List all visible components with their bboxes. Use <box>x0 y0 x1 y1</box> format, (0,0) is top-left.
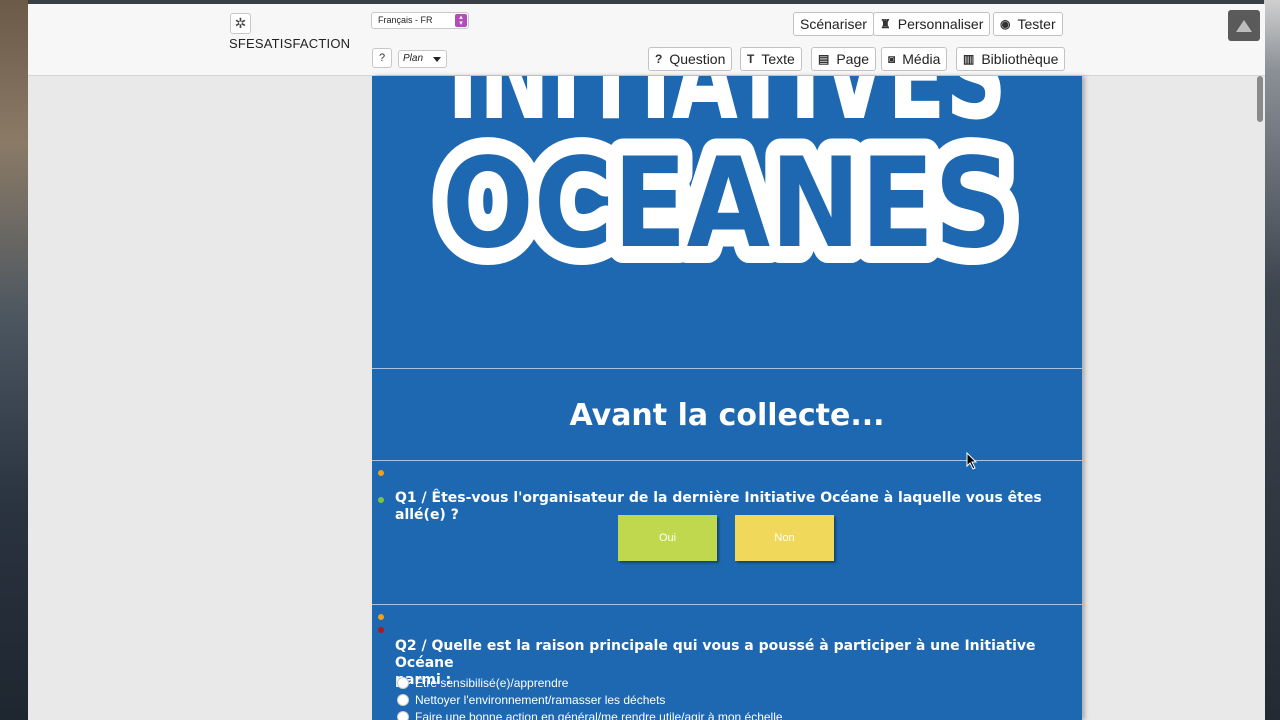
select-arrows-icon: ▴ ▾ <box>455 14 467 27</box>
plan-label: Plan <box>403 53 424 64</box>
customize-button[interactable]: ♜ Personnaliser <box>873 12 991 36</box>
question-2-block[interactable]: Q2 / Quelle est la raison principale qui… <box>372 606 1082 720</box>
scenario-button[interactable]: Scénariser <box>793 12 874 36</box>
brand-name: SFESATISFACTION <box>229 36 351 51</box>
customize-label: Personnaliser <box>897 16 984 32</box>
help-button[interactable]: ? <box>372 48 392 68</box>
section-heading: Avant la collecte... <box>372 370 1082 461</box>
text-icon: T <box>747 52 755 66</box>
media-label: Média <box>902 51 941 67</box>
status-dot-green <box>378 497 384 503</box>
answer-no-button[interactable]: Non <box>735 515 834 561</box>
option-good-action[interactable]: Faire une bonne action en général/me ren… <box>397 710 783 720</box>
desktop-background-right <box>1264 0 1280 720</box>
status-dot-orange <box>378 470 384 476</box>
initiatives-oceanes-logo: INITIATIVES OCEANES <box>425 76 1029 293</box>
test-label: Tester <box>1017 16 1056 32</box>
survey-canvas: INITIATIVES OCEANES Avant la collecte...… <box>372 76 1082 720</box>
radio-button[interactable] <box>397 711 409 720</box>
status-dot-orange <box>378 614 384 620</box>
add-page-button[interactable]: ▤ Page <box>811 47 877 71</box>
option-label: Nettoyer l'environnement/ramasser les dé… <box>415 693 666 707</box>
radio-button[interactable] <box>397 694 409 706</box>
settings-gear-icon[interactable]: ✲ <box>230 13 251 34</box>
plan-dropdown[interactable]: Plan <box>398 50 447 68</box>
question-2-title-line-1: Q2 / Quelle est la raison principale qui… <box>395 638 1036 671</box>
add-question-button[interactable]: ? Question <box>648 47 733 71</box>
text-label: Texte <box>761 51 795 67</box>
library-label: Bibliothèque <box>981 51 1059 67</box>
option-label: Être sensibilisé(e)/apprendre <box>415 676 569 690</box>
scroll-to-top-button[interactable] <box>1228 10 1260 41</box>
question-icon: ? <box>655 52 663 66</box>
desktop-background-left <box>0 0 28 720</box>
page-label: Page <box>836 51 870 67</box>
logo-banner: INITIATIVES OCEANES <box>372 76 1082 369</box>
caret-down-icon <box>433 57 441 62</box>
test-button[interactable]: ◉ Tester <box>993 12 1063 36</box>
status-dot-red <box>378 627 384 633</box>
page-title: Avant la collecte... <box>569 397 885 433</box>
logo-line-2: OCEANES <box>442 132 1012 276</box>
page-icon: ▤ <box>818 52 830 66</box>
eye-icon: ◉ <box>1000 17 1011 31</box>
scenario-label: Scénariser <box>800 16 867 32</box>
question-label: Question <box>669 51 726 67</box>
add-text-button[interactable]: T Texte <box>740 47 802 71</box>
question-1-block[interactable]: Q1 / Êtes-vous l'organisateur de la dern… <box>372 462 1082 605</box>
page-scrollbar[interactable] <box>1256 76 1265 720</box>
answer-yes-button[interactable]: Oui <box>618 515 717 561</box>
arrow-up-icon <box>1236 19 1252 32</box>
brush-icon: ♜ <box>880 17 891 31</box>
scrollbar-thumb[interactable] <box>1257 76 1263 122</box>
language-select[interactable]: Français - FR ▴ ▾ <box>371 12 469 29</box>
library-button[interactable]: ▥ Bibliothèque <box>956 47 1066 71</box>
option-clean[interactable]: Nettoyer l'environnement/ramasser les dé… <box>397 693 665 707</box>
library-icon: ▥ <box>963 52 975 66</box>
option-label: Faire une bonne action en général/me ren… <box>415 710 783 720</box>
radio-button[interactable] <box>397 677 409 689</box>
camera-icon: ◙ <box>888 52 896 66</box>
add-media-button[interactable]: ◙ Média <box>881 47 948 71</box>
mouse-cursor-icon <box>966 452 978 470</box>
browser-window: ✲ SFESATISFACTION Français - FR ▴ ▾ ? Pla… <box>28 4 1265 720</box>
option-learn[interactable]: Être sensibilisé(e)/apprendre <box>397 676 568 690</box>
language-value: Français - FR <box>378 15 433 25</box>
editor-toolbar: ✲ SFESATISFACTION Français - FR ▴ ▾ ? Pla… <box>28 4 1265 76</box>
